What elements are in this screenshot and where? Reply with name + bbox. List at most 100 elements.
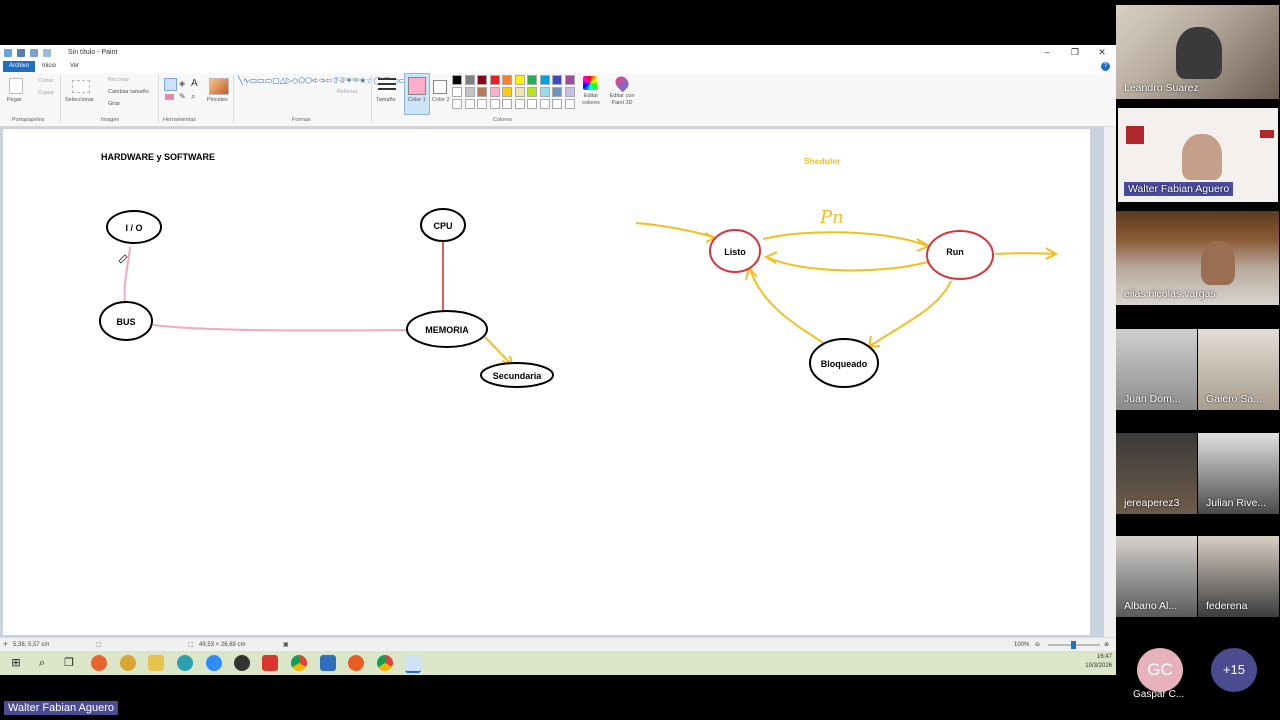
- firefox-icon[interactable]: [91, 655, 107, 671]
- palette-color-swatch[interactable]: [552, 87, 562, 97]
- text-icon[interactable]: A: [191, 78, 198, 89]
- palette-color-swatch[interactable]: [477, 99, 487, 109]
- select-icon[interactable]: [72, 80, 90, 93]
- brushes-icon[interactable]: [209, 78, 229, 95]
- palette-color-swatch[interactable]: [539, 75, 550, 85]
- palette-color-swatch[interactable]: [464, 99, 475, 109]
- maximize-button[interactable]: ❐: [1061, 45, 1089, 60]
- palette-color-swatch[interactable]: [552, 75, 562, 85]
- file-explorer-icon[interactable]: [148, 655, 164, 671]
- zoom-in-button[interactable]: ⊕: [1104, 638, 1109, 652]
- task-view-icon[interactable]: ❐: [61, 655, 77, 671]
- chrome-icon[interactable]: [291, 655, 307, 671]
- participant-tile[interactable]: Leandro Suarez: [1116, 5, 1279, 99]
- chrome-canary-icon[interactable]: [120, 655, 136, 671]
- palette-color-swatch[interactable]: [527, 99, 537, 109]
- participant-tile[interactable]: Walter Fabian Aguero: [1118, 108, 1278, 202]
- select-button[interactable]: Seleccionar: [65, 97, 94, 103]
- vertical-scrollbar[interactable]: [1104, 127, 1116, 637]
- palette-color-swatch[interactable]: [514, 99, 525, 109]
- acrobat-icon[interactable]: [262, 655, 278, 671]
- edit-colors-button[interactable]: Editar colores: [578, 93, 604, 107]
- undo-icon[interactable]: [29, 49, 38, 57]
- palette-color-swatch[interactable]: [477, 75, 487, 85]
- taskbar-clock[interactable]: 16:47 10/3/2026: [1085, 653, 1112, 671]
- save-icon[interactable]: [16, 49, 25, 57]
- size-button[interactable]: Tamaño: [376, 97, 396, 103]
- color2-label[interactable]: Color 2: [432, 97, 450, 103]
- palette-color-swatch[interactable]: [539, 99, 550, 109]
- palette-color-swatch[interactable]: [502, 87, 512, 97]
- palette-color-swatch[interactable]: [464, 75, 475, 85]
- palette-color-swatch[interactable]: [477, 87, 487, 97]
- palette-color-swatch[interactable]: [564, 75, 575, 85]
- palette-color-swatch[interactable]: [564, 99, 575, 109]
- pencil-icon[interactable]: [164, 78, 177, 91]
- color-picker-icon[interactable]: ✎: [179, 92, 186, 101]
- paste-icon[interactable]: [9, 78, 23, 94]
- edge-icon[interactable]: [177, 655, 193, 671]
- paste-button[interactable]: Pegar: [7, 97, 22, 103]
- outline-button[interactable]: Contorno: [337, 77, 360, 83]
- copy-button[interactable]: Copiar: [38, 90, 54, 96]
- minimize-button[interactable]: –: [1033, 45, 1061, 60]
- participant-tile[interactable]: Juan Dom...: [1116, 329, 1197, 410]
- crop-button[interactable]: Recortar: [108, 77, 129, 83]
- participant-tile[interactable]: elias.nicolas.vargas: [1116, 211, 1279, 305]
- close-button[interactable]: ✕: [1088, 45, 1116, 60]
- drawing-canvas[interactable]: I / O BUS CPU MEMORIA Secundaria HARDWAR…: [3, 129, 1090, 635]
- palette-color-swatch[interactable]: [452, 87, 462, 97]
- participant-tile[interactable]: Julian Rive...: [1198, 433, 1279, 514]
- palette-color-swatch[interactable]: [489, 75, 500, 85]
- palette-color-swatch[interactable]: [564, 87, 575, 97]
- participant-tile[interactable]: jereaperez3: [1116, 433, 1197, 514]
- firefox-icon-2[interactable]: [348, 655, 364, 671]
- palette-color-swatch[interactable]: [502, 99, 512, 109]
- palette-color-swatch[interactable]: [464, 87, 475, 97]
- help-icon[interactable]: ?: [1101, 62, 1110, 71]
- paint3d-icon[interactable]: [612, 73, 632, 93]
- participant-tile[interactable]: federena: [1198, 536, 1279, 617]
- more-participants-button[interactable]: +15: [1211, 648, 1257, 692]
- palette-color-swatch[interactable]: [489, 99, 500, 109]
- palette-color-swatch[interactable]: [502, 75, 512, 85]
- mail-icon[interactable]: [320, 655, 336, 671]
- tab-ver[interactable]: Ver: [64, 61, 85, 72]
- zoom-app-icon[interactable]: [206, 655, 222, 671]
- edit-colors-icon[interactable]: [583, 76, 597, 90]
- palette-color-swatch[interactable]: [452, 99, 462, 109]
- resize-button[interactable]: Cambiar tamaño: [108, 89, 149, 95]
- magnifier-icon[interactable]: ⌕: [191, 92, 195, 102]
- shapes-gallery[interactable]: ╲∿▭▭▭▢△▷◇⬠⬡➪➩⇦⇧⇩✦✧★☆◯◯▭▭: [238, 76, 406, 86]
- fill-icon[interactable]: ◈: [179, 79, 185, 88]
- rotate-button[interactable]: Girar: [108, 101, 120, 107]
- size-icon[interactable]: [378, 78, 396, 93]
- palette-color-swatch[interactable]: [452, 75, 462, 85]
- palette-color-swatch[interactable]: [489, 87, 500, 97]
- paint3d-button[interactable]: Editar con Paint 3D: [606, 93, 638, 107]
- palette-color-swatch[interactable]: [552, 99, 562, 109]
- fill-button[interactable]: Rellenar: [337, 89, 357, 95]
- zoom-slider-thumb[interactable]: [1071, 641, 1076, 649]
- participant-avatar-initials[interactable]: GC: [1137, 648, 1183, 692]
- brushes-button[interactable]: Pinceles: [207, 97, 228, 103]
- palette-color-swatch[interactable]: [539, 87, 550, 97]
- redo-icon[interactable]: [42, 49, 51, 57]
- zoom-out-button[interactable]: ⊖: [1035, 638, 1040, 652]
- palette-color-swatch[interactable]: [514, 75, 525, 85]
- palette-color-swatch[interactable]: [527, 75, 537, 85]
- obs-icon[interactable]: [234, 655, 250, 671]
- color2-swatch[interactable]: [433, 80, 447, 94]
- tab-inicio[interactable]: Inicio: [36, 61, 62, 72]
- palette-color-swatch[interactable]: [527, 87, 537, 97]
- tab-archivo[interactable]: Archivo: [3, 61, 36, 72]
- participant-tile[interactable]: Albano Al...: [1116, 536, 1197, 617]
- palette-color-swatch[interactable]: [514, 87, 525, 97]
- participant-tile[interactable]: Gaiero Sa...: [1198, 329, 1279, 410]
- chrome-icon-2[interactable]: [377, 655, 393, 671]
- search-icon[interactable]: ⌕: [34, 655, 50, 671]
- eraser-icon[interactable]: [165, 94, 174, 100]
- paint-taskbar-icon[interactable]: [405, 655, 421, 673]
- cut-button[interactable]: Cortar: [38, 78, 53, 84]
- windows-start-icon[interactable]: ⊞: [8, 655, 24, 671]
